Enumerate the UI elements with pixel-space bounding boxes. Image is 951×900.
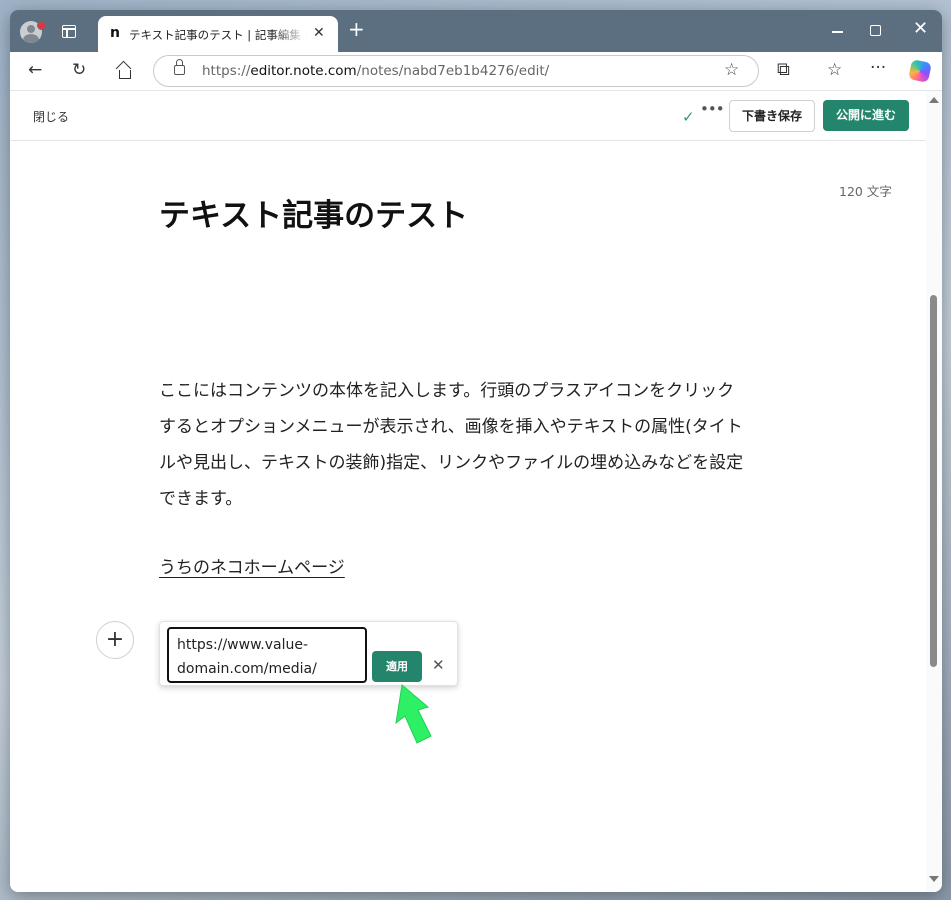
url-text[interactable]: https://editor.note.com/notes/nabd7eb1b4… — [202, 63, 549, 79]
copilot-icon[interactable] — [908, 59, 932, 83]
scroll-down-arrow-icon[interactable] — [929, 876, 939, 882]
url-scheme: https:// — [202, 63, 251, 79]
tab-actions-icon[interactable] — [62, 25, 76, 38]
article-body[interactable]: ここにはコンテンツの本体を記入します。行頭のプラスアイコンをクリック するとオプ… — [159, 373, 789, 517]
insert-plus-button[interactable]: + — [96, 621, 134, 659]
body-line: できます。 — [159, 489, 243, 509]
lock-icon[interactable] — [174, 59, 185, 75]
tab-close-icon[interactable]: ✕ — [313, 25, 325, 41]
minimize-icon[interactable] — [832, 31, 843, 33]
note-favicon-icon: n — [110, 25, 120, 41]
more-options-icon[interactable]: ••• — [700, 100, 725, 118]
refresh-icon[interactable]: ↻ — [72, 60, 86, 80]
window-close-icon[interactable]: ✕ — [913, 19, 928, 39]
editor-header: 閉じる ✓ ••• 下書き保存 公開に進む — [10, 91, 926, 141]
browser-window: n テキスト記事のテスト | 記事編集 | note ✕ + ✕ ← ↻ htt… — [10, 10, 942, 892]
tab-active[interactable]: n テキスト記事のテスト | 記事編集 | note ✕ — [98, 16, 338, 52]
more-icon[interactable]: ··· — [870, 58, 886, 78]
link-edit-popup: 適用 ✕ — [159, 621, 458, 686]
maximize-icon[interactable] — [870, 25, 881, 36]
tab-strip: n テキスト記事のテスト | 記事編集 | note ✕ + ✕ — [10, 10, 942, 52]
browser-toolbar: ← ↻ https://editor.note.com/notes/nabd7e… — [10, 52, 942, 91]
url-path: /notes/nabd7eb1b4276/edit/ — [356, 63, 550, 79]
page-scrollbar[interactable] — [926, 91, 942, 892]
hyperlink-text[interactable]: うちのネコホームページ — [159, 553, 345, 578]
notification-dot — [37, 21, 46, 30]
back-icon[interactable]: ← — [28, 60, 42, 80]
apply-button[interactable]: 適用 — [372, 651, 422, 682]
save-draft-button[interactable]: 下書き保存 — [729, 100, 815, 132]
home-icon[interactable] — [115, 60, 132, 79]
link-url-input[interactable] — [167, 627, 367, 683]
extensions-icon[interactable]: ⧉ — [777, 60, 790, 80]
scrollbar-thumb[interactable] — [930, 295, 937, 667]
address-bar[interactable]: https://editor.note.com/notes/nabd7eb1b4… — [153, 55, 759, 87]
publish-button[interactable]: 公開に進む — [823, 100, 909, 131]
character-count: 120 文字 — [839, 184, 892, 199]
body-line: ここにはコンテンツの本体を記入します。行頭のプラスアイコンをクリック — [159, 381, 735, 401]
saved-check-icon: ✓ — [682, 108, 695, 126]
url-host: editor.note.com — [250, 63, 357, 79]
highlight-arrow-icon — [395, 684, 432, 744]
new-tab-icon[interactable]: + — [348, 19, 365, 39]
article-title[interactable]: テキスト記事のテスト — [159, 190, 468, 235]
tab-title: テキスト記事のテスト | 記事編集 | note — [129, 28, 307, 42]
body-line: するとオプションメニューが表示され、画像を挿入やテキストの属性(タイト — [159, 417, 743, 437]
scroll-up-arrow-icon[interactable] — [929, 97, 939, 103]
favorite-star-icon[interactable]: ☆ — [724, 60, 739, 80]
close-icon[interactable]: ✕ — [432, 656, 445, 674]
close-button[interactable]: 閉じる — [33, 108, 69, 125]
favorites-icon[interactable]: ☆ — [827, 60, 842, 80]
body-line: ルや見出し、テキストの装飾)指定、リンクやファイルの埋め込みなどを設定 — [159, 453, 744, 473]
